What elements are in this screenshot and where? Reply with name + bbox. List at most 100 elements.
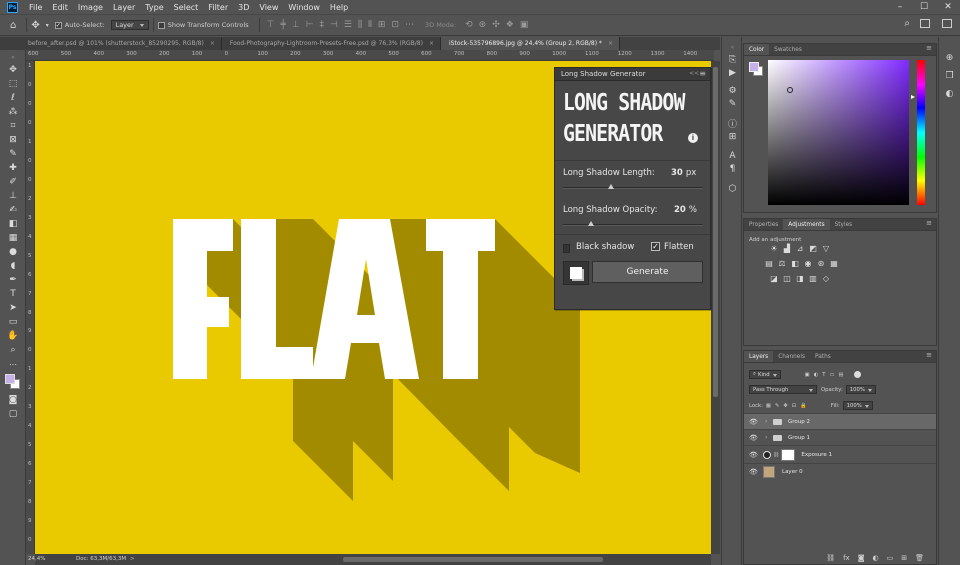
distribute-icon[interactable]: ☰ xyxy=(344,20,352,30)
path-selection-tool-icon[interactable]: ➤ xyxy=(4,302,22,314)
vertical-scroll-thumb[interactable] xyxy=(713,67,718,397)
hue-saturation-icon[interactable]: ▤ xyxy=(764,259,774,268)
dodge-tool-icon[interactable]: ◖ xyxy=(4,260,22,272)
filter-kind-dropdown[interactable]: ⌕ Kind xyxy=(749,370,781,379)
visibility-eye-icon[interactable]: 👁 xyxy=(749,468,759,476)
menu-type[interactable]: Type xyxy=(140,3,168,12)
3d-pan-icon[interactable]: ✣ xyxy=(492,20,500,30)
align-bottom-icon[interactable]: ⊥ xyxy=(292,20,300,30)
swatches-panel-icon[interactable]: ⊞ xyxy=(725,130,740,143)
flatten-label[interactable]: Flatten xyxy=(664,242,694,252)
align-center-icon[interactable]: ‡ xyxy=(320,20,325,30)
layer-row-exposure-1[interactable]: 👁 ⛓ Exposure 1 xyxy=(744,445,936,463)
info-panel-icon[interactable]: ⓘ xyxy=(725,117,740,130)
new-group-folder-icon[interactable]: ▭ xyxy=(887,554,894,562)
menu-select[interactable]: Select xyxy=(169,3,204,12)
distribute-horizontal-icon[interactable]: ⫼ xyxy=(358,20,362,30)
link-icon[interactable]: ⛓ xyxy=(773,452,779,458)
maximize-button[interactable]: ☐ xyxy=(912,0,936,14)
3d-roll-icon[interactable]: ⊛ xyxy=(479,20,487,30)
color-field[interactable] xyxy=(768,60,909,205)
expand-chevron-icon[interactable]: › xyxy=(765,434,773,441)
home-icon[interactable]: ⌂ xyxy=(10,18,16,32)
tab-food-photography[interactable]: Food-Photography-Lightroom-Presets-Free.… xyxy=(221,37,441,50)
history-icon[interactable]: ⎘ xyxy=(725,53,740,66)
distribute-vertical-icon[interactable]: ⫴ xyxy=(368,20,372,30)
panel-menu-icon[interactable]: ≡ xyxy=(926,219,932,227)
foreground-color[interactable] xyxy=(749,62,759,72)
hue-slider-marker[interactable] xyxy=(911,95,915,99)
align-middle-icon[interactable]: ╪ xyxy=(280,20,285,30)
vibrance-icon[interactable]: ▽ xyxy=(821,244,831,253)
magic-wand-tool-icon[interactable]: ⁂ xyxy=(4,106,22,118)
brush-settings-icon[interactable]: ✎ xyxy=(725,97,740,110)
character-icon[interactable]: A xyxy=(725,149,740,162)
photo-filter-icon[interactable]: ◉ xyxy=(803,259,813,268)
crop-tool-icon[interactable]: ⌗ xyxy=(4,120,22,132)
clone-stamp-tool-icon[interactable]: ⊥ xyxy=(4,190,22,202)
new-layer-icon[interactable]: ⊞ xyxy=(901,554,907,562)
fill-field[interactable]: 100% xyxy=(842,401,873,410)
tool-preset-chevron-icon[interactable]: ▾ xyxy=(46,18,49,32)
align-top-icon[interactable]: ⊤ xyxy=(267,20,275,30)
threshold-icon[interactable]: ◨ xyxy=(795,274,805,283)
opacity-value[interactable]: 20% xyxy=(674,205,697,215)
trash-icon[interactable]: 🗑 xyxy=(915,554,924,562)
tab-close-icon[interactable]: × xyxy=(608,40,613,47)
panel-menu-icon[interactable]: ≡ xyxy=(699,69,706,78)
eyedropper-tool-icon[interactable]: ✎ xyxy=(4,148,22,160)
flatten-checkbox[interactable]: ✓ xyxy=(651,242,660,251)
tab-swatches[interactable]: Swatches xyxy=(769,44,807,55)
tab-paths[interactable]: Paths xyxy=(810,351,836,362)
lock-icons[interactable]: ▦✎✥⊡🔒 xyxy=(766,403,811,409)
blur-tool-icon[interactable]: ● xyxy=(4,246,22,258)
exposure-icon[interactable]: ◩ xyxy=(808,244,818,253)
screen-mode-icon[interactable]: ▢ xyxy=(4,408,22,420)
learn-icon[interactable]: ⊕ xyxy=(942,51,957,64)
close-button[interactable]: ✕ xyxy=(936,0,960,14)
vertical-scrollbar[interactable] xyxy=(711,61,720,554)
move-tool-icon[interactable]: ✥ xyxy=(31,18,39,32)
tab-istock[interactable]: iStock-535796896.jpg @ 24,4% (Group 2, R… xyxy=(441,37,620,50)
lasso-tool-icon[interactable]: ℓ xyxy=(4,92,22,104)
tab-close-icon[interactable]: × xyxy=(210,40,215,47)
hue-slider[interactable] xyxy=(917,60,925,205)
share-icon[interactable] xyxy=(942,19,952,28)
brush-tool-icon[interactable]: ✐ xyxy=(4,176,22,188)
adjustments-strip-icon[interactable]: ◐ xyxy=(942,87,957,100)
length-number[interactable]: 30 xyxy=(671,168,683,178)
paragraph-icon[interactable]: ¶ xyxy=(725,162,740,175)
menu-image[interactable]: Image xyxy=(73,3,108,12)
channel-mixer-icon[interactable]: ⊛ xyxy=(816,259,826,268)
gradient-tool-icon[interactable]: ▦ xyxy=(4,232,22,244)
menu-file[interactable]: File xyxy=(24,3,47,12)
add-mask-icon[interactable]: ◙ xyxy=(858,554,865,562)
edit-toolbar-icon[interactable]: ⋯ xyxy=(4,358,22,370)
menu-window[interactable]: Window xyxy=(283,3,325,12)
3d-scale-icon[interactable]: ▣ xyxy=(520,20,529,30)
distribute-spacing-icon[interactable]: ⊞ xyxy=(378,20,386,30)
menu-layer[interactable]: Layer xyxy=(108,3,140,12)
black-white-icon[interactable]: ◧ xyxy=(790,259,800,268)
pen-tool-icon[interactable]: ✒ xyxy=(4,274,22,286)
menu-3d[interactable]: 3D xyxy=(233,3,254,12)
color-picker-ring[interactable] xyxy=(787,87,793,93)
align-right-icon[interactable]: ⊣ xyxy=(330,20,338,30)
move-tool-icon[interactable]: ✥ xyxy=(4,64,22,76)
black-shadow-checkbox[interactable] xyxy=(563,244,570,253)
hand-tool-icon[interactable]: ✋ xyxy=(4,330,22,342)
3d-panel-icon[interactable]: ⬡ xyxy=(725,182,740,195)
selective-color-icon[interactable]: ◇ xyxy=(821,274,831,283)
tab-channels[interactable]: Channels xyxy=(773,351,810,362)
filter-icons[interactable]: ▣◐T▭▤ xyxy=(805,372,848,378)
status-zoom[interactable]: 24,4% xyxy=(28,556,45,562)
opacity-slider[interactable] xyxy=(563,221,703,226)
panel-menu-icon[interactable]: ≡ xyxy=(926,44,932,52)
visibility-eye-icon[interactable]: 👁 xyxy=(749,451,759,459)
info-icon[interactable]: i xyxy=(688,133,698,143)
shadow-color-button[interactable] xyxy=(563,261,589,285)
visibility-eye-icon[interactable]: 👁 xyxy=(749,418,759,426)
auto-select-toggle[interactable]: ✓ Auto-Select: xyxy=(54,18,105,32)
menu-filter[interactable]: Filter xyxy=(203,3,233,12)
menu-view[interactable]: View xyxy=(254,3,283,12)
